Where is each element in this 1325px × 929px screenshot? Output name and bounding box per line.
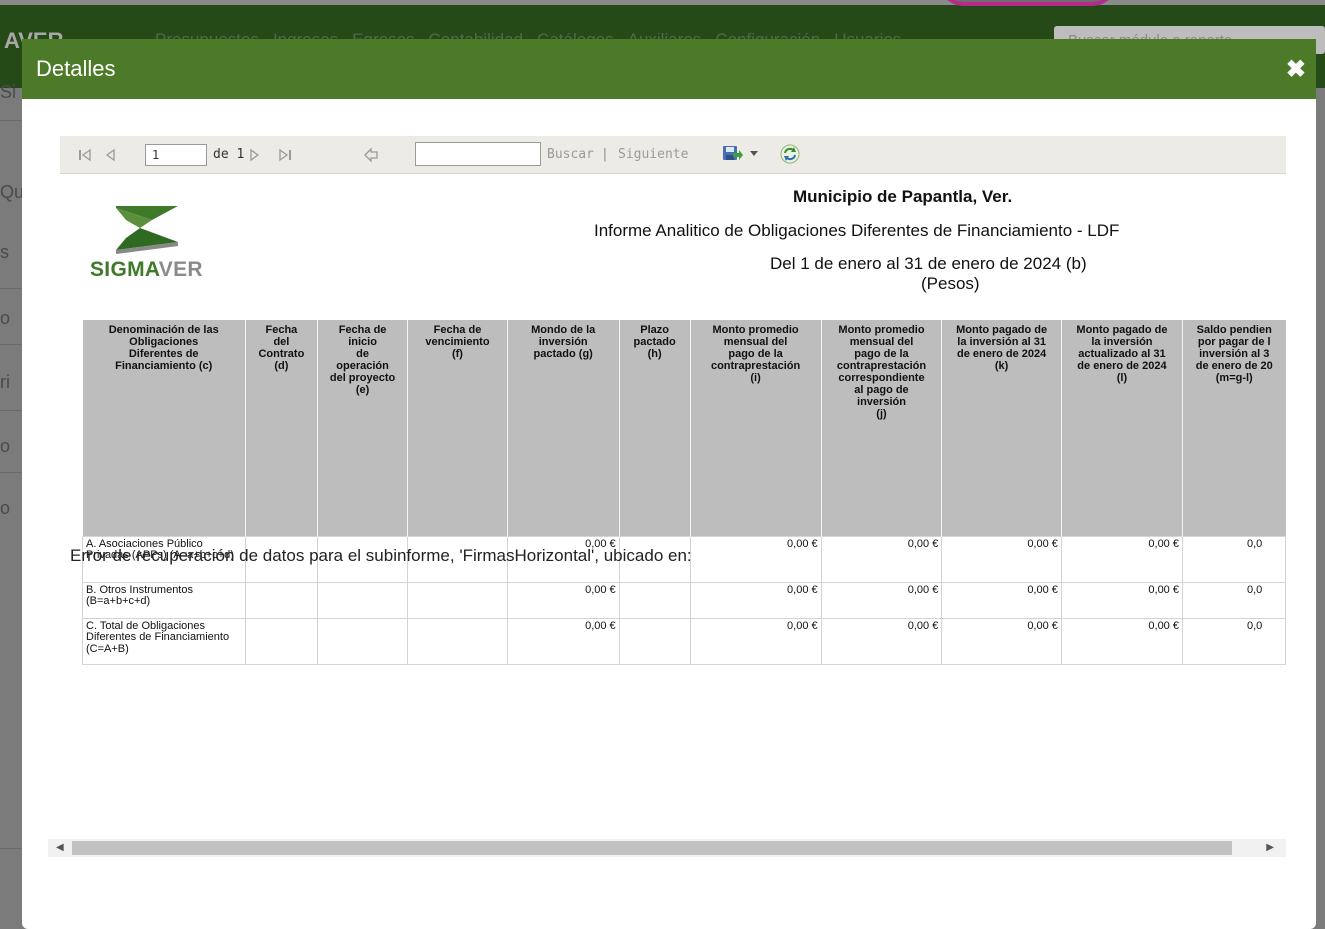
bg-side-letter: o — [0, 436, 11, 456]
scrollbar-thumb[interactable] — [72, 841, 1232, 855]
subreport-error-message: Error de recuperación de datos para el s… — [70, 546, 692, 565]
report-period: Del 1 de enero al 31 de enero de 2024 (b… — [770, 254, 1087, 273]
report-body: SIGMAVER Municipio de Papantla, Ver. Inf… — [60, 174, 1286, 876]
bg-side-letter: o — [0, 308, 11, 328]
logo-text-green: SIGMA — [90, 258, 159, 281]
table-cell — [245, 618, 318, 665]
column-header: Denominación de las Obligaciones Diferen… — [82, 320, 246, 536]
bg-side-letter: ri — [0, 372, 10, 392]
table-cell: 0,00 € — [1061, 618, 1183, 665]
bg-side-divider — [0, 120, 22, 121]
table-cell: 0,00 € — [941, 618, 1062, 665]
table-cell: 0,00 € — [507, 582, 620, 619]
column-header: Fecha de inicio de operación del proyect… — [317, 320, 409, 536]
report-toolbar: de 1 Buscar | Siguiente — [60, 136, 1286, 174]
table-cell: 0,0 — [1182, 582, 1286, 619]
background-sidebar: Si Qu s o ri o o — [0, 82, 25, 929]
page-number-input[interactable] — [145, 144, 207, 166]
last-page-icon[interactable] — [278, 148, 294, 162]
table-cell: 0,0 — [1182, 535, 1286, 583]
table-cell — [245, 582, 318, 619]
table-cell: 0,00 € — [941, 535, 1062, 583]
bg-side-divider — [0, 344, 22, 345]
table-row: B. Otros Instrumentos (B=a+b+c+d) 0,00 €… — [82, 582, 1286, 619]
scroll-left-icon[interactable]: ◀ — [56, 842, 64, 853]
table-cell: 0,00 € — [690, 582, 822, 619]
bg-side-divider — [0, 472, 22, 473]
chevron-down-icon[interactable] — [750, 151, 758, 157]
row-label: B. Otros Instrumentos (B=a+b+c+d) — [82, 582, 246, 619]
find-next-link[interactable]: Siguiente — [618, 147, 688, 162]
previous-page-icon[interactable] — [104, 148, 116, 162]
table-cell — [407, 582, 508, 619]
report-title: Informe Analitico de Obligaciones Difere… — [594, 221, 1120, 240]
scroll-right-icon[interactable]: ▶ — [1266, 842, 1274, 853]
back-to-parent-icon[interactable] — [363, 147, 379, 163]
report-entity: Municipio de Papantla, Ver. — [793, 187, 1013, 206]
find-text-input[interactable] — [415, 142, 541, 166]
table-cell: 0,0 — [1182, 618, 1286, 665]
column-header: Plazo pactado (h) — [619, 320, 691, 536]
column-header: Monto promedio mensual del pago de la co… — [821, 320, 943, 536]
bg-side-divider — [0, 410, 22, 411]
toolbar-separator: | — [601, 147, 609, 162]
table-row: C. Total de Obligaciones Diferentes de F… — [82, 618, 1286, 665]
next-page-icon[interactable] — [249, 148, 261, 162]
table-cell — [317, 582, 409, 619]
column-header: Fecha de vencimiento (f) — [407, 320, 508, 536]
column-header: Saldo pendien por pagar de l inversión a… — [1182, 320, 1286, 536]
report-viewer: de 1 Buscar | Siguiente — [60, 136, 1286, 876]
background-decoration — [938, 0, 1118, 6]
modal-title: Detalles — [36, 56, 116, 81]
table-cell: 0,00 € — [941, 582, 1062, 619]
bg-side-divider — [0, 288, 22, 289]
find-link[interactable]: Buscar — [547, 147, 594, 162]
table-cell: 0,00 € — [821, 582, 943, 619]
logo-text-gray: VER — [158, 258, 203, 281]
table-cell — [619, 582, 691, 619]
bg-side-letter: Qu — [0, 182, 25, 202]
modal-header: Detalles ✖ — [22, 39, 1316, 99]
bg-side-letter: o — [0, 498, 11, 518]
first-page-icon[interactable] — [78, 148, 92, 162]
bg-side-divider — [0, 848, 22, 849]
export-save-icon[interactable] — [722, 144, 744, 164]
column-header: Monto pagado de la inversión actualizado… — [1061, 320, 1183, 536]
horizontal-scrollbar[interactable]: ◀ ▶ — [48, 839, 1286, 857]
table-cell — [317, 618, 409, 665]
logo-wordmark: SIGMAVER — [90, 258, 203, 282]
table-cell: 0,00 € — [690, 618, 822, 665]
table-cell — [407, 618, 508, 665]
refresh-icon[interactable] — [779, 143, 801, 165]
column-header: Mondo de la inversión pactado (g) — [507, 320, 620, 536]
details-modal: Detalles ✖ de 1 Buscar | Siguie — [22, 39, 1316, 929]
table-cell: 0,00 € — [1061, 582, 1183, 619]
obligations-table: Denominación de las Obligaciones Diferen… — [82, 320, 1286, 665]
bg-side-letter: Si — [0, 82, 17, 102]
table-header-row: Denominación de las Obligaciones Diferen… — [82, 320, 1286, 536]
table-cell: 0,00 € — [821, 618, 943, 665]
background-top-stripe — [0, 0, 1325, 5]
bg-side-letter: s — [0, 242, 9, 262]
table-cell — [619, 618, 691, 665]
table-cell: 0,00 € — [821, 535, 943, 583]
table-cell: 0,00 € — [507, 618, 620, 665]
close-button[interactable]: ✖ — [1286, 55, 1306, 84]
column-header: Monto pagado de la inversión al 31 de en… — [941, 320, 1062, 536]
column-header: Monto promedio mensual del pago de la co… — [690, 320, 822, 536]
report-units: (Pesos) — [921, 274, 980, 293]
page-count-label: de 1 — [213, 147, 245, 162]
table-cell: 0,00 € — [1061, 535, 1183, 583]
column-header: Fecha del Contrato (d) — [245, 320, 318, 536]
row-label: C. Total de Obligaciones Diferentes de F… — [82, 618, 246, 665]
